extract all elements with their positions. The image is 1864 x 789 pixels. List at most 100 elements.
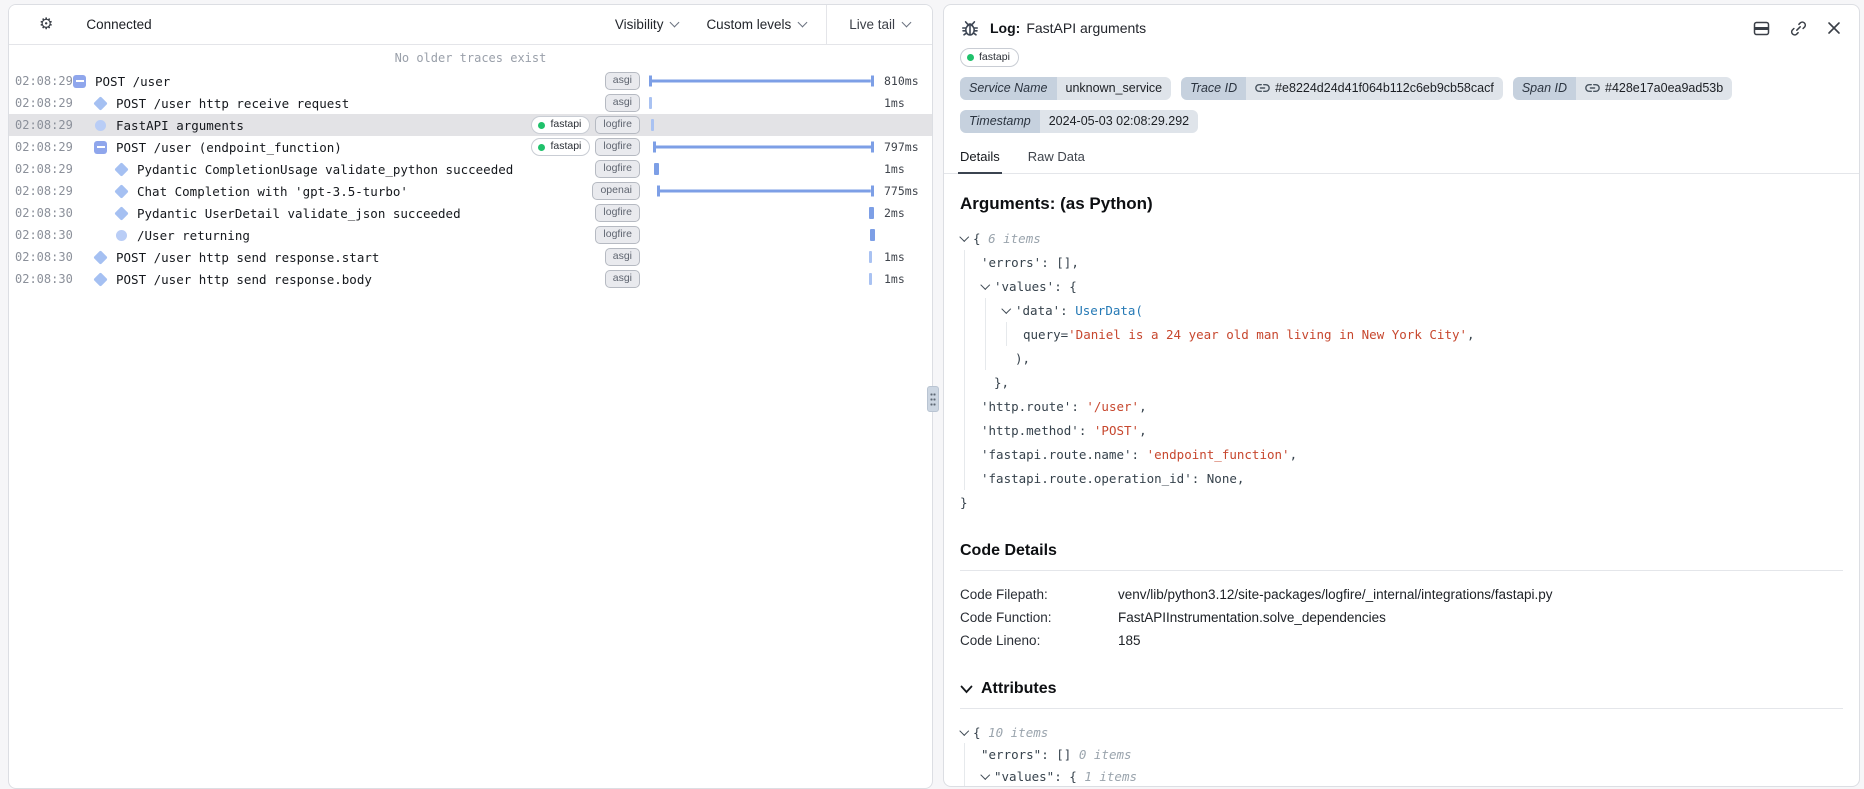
attributes-heading[interactable]: Attributes <box>960 680 1843 709</box>
scope-badge: openai <box>592 182 640 200</box>
duration-bar <box>869 207 874 219</box>
span-diamond-icon <box>93 272 107 286</box>
code-segment: 'fastapi.route.name' <box>981 447 1132 462</box>
trace-row-badges: openai <box>592 182 648 200</box>
trace-row-label: POST /user http send response.start <box>116 250 379 265</box>
trace-row[interactable]: 02:08:30POST /user http send response.st… <box>9 246 932 268</box>
service-pill-label: fastapi <box>979 51 1010 64</box>
tag-row: Timestamp2024-05-03 02:08:29.292 <box>960 110 1843 133</box>
expand-caret-icon[interactable] <box>960 226 973 250</box>
code-line: { 6 items <box>960 226 1843 250</box>
code-segment: 'Daniel is a 24 year old man living in N… <box>1068 327 1467 342</box>
code-segment: { <box>973 725 988 740</box>
trace-row[interactable]: 02:08:30POST /user http send response.bo… <box>9 268 932 290</box>
scope-badge: logfire <box>595 204 640 222</box>
code-segment: { <box>973 231 988 246</box>
duration-label: 797ms <box>876 140 932 154</box>
duration-label: 1ms <box>876 162 932 176</box>
tag-value: unknown_service <box>1057 77 1172 100</box>
trace-row-badges: asgi <box>605 248 648 266</box>
tab-raw-data[interactable]: Raw Data <box>1028 149 1085 173</box>
metadata-tag: Span ID #428e17a0ea9ad53b <box>1513 77 1732 100</box>
code-line: ), <box>960 346 1843 370</box>
code-segment: 1 items <box>1084 769 1137 784</box>
service-pill-label: fastapi <box>550 118 581 131</box>
tag-value: 2024-05-03 02:08:29.292 <box>1040 110 1198 133</box>
bug-icon <box>960 18 980 38</box>
tag-value[interactable]: #428e17a0ea9ad53b <box>1576 77 1732 100</box>
chevron-down-icon <box>798 18 808 28</box>
close-icon[interactable] <box>1827 21 1841 35</box>
expand-caret-icon[interactable] <box>1002 298 1015 322</box>
code-segment: 'data' <box>1015 303 1060 318</box>
trace-row[interactable]: 02:08:29Chat Completion with 'gpt-3.5-tu… <box>9 180 932 202</box>
duration-bar-zone <box>648 114 876 136</box>
duration-label: 1ms <box>876 272 932 286</box>
trace-row[interactable]: 02:08:29POST /userasgi810ms <box>9 70 932 92</box>
live-tail-dropdown[interactable]: Live tail <box>827 5 932 44</box>
settings-gear-icon[interactable]: ⚙ <box>39 17 53 33</box>
code-segment: 6 items <box>988 231 1041 246</box>
trace-row-label: POST /user http receive request <box>116 96 349 111</box>
tag-value-text: #428e17a0ea9ad53b <box>1605 80 1723 96</box>
code-line: "values": { 1 items <box>960 765 1843 787</box>
code-details-heading: Code Details <box>960 542 1843 571</box>
trace-row[interactable]: 02:08:29Pydantic CompletionUsage validat… <box>9 158 932 180</box>
copy-link-icon[interactable] <box>1790 20 1807 37</box>
code-line: 'values': { <box>960 274 1843 298</box>
trace-row-list: 02:08:29POST /userasgi810ms02:08:29POST … <box>9 70 932 290</box>
tag-value[interactable]: #e8224d24d41f064b112c6eb9cb58cacf <box>1246 77 1503 100</box>
split-panel-icon[interactable] <box>1753 21 1770 36</box>
custom-levels-dropdown[interactable]: Custom levels <box>706 17 806 32</box>
live-tail-label: Live tail <box>849 17 895 32</box>
expand-caret-icon[interactable] <box>981 765 994 787</box>
code-line: "errors": [] 0 items <box>960 743 1843 765</box>
code-segment: ), <box>1015 351 1030 366</box>
trace-panel: ⚙ Connected Visibility Custom levels Liv… <box>8 4 933 789</box>
tab-details[interactable]: Details <box>960 149 1000 173</box>
code-detail-row: Code Lineno:185 <box>960 629 1843 652</box>
indent-guide <box>960 322 981 346</box>
trace-row[interactable]: 02:08:29FastAPI argumentsfastapilogfire <box>9 114 932 136</box>
trace-row-badges: logfire <box>595 204 648 222</box>
collapse-toggle-icon[interactable] <box>94 141 107 154</box>
trace-row[interactable]: 02:08:29POST /user http receive requesta… <box>9 92 932 114</box>
duration-bar <box>649 97 652 109</box>
collapse-toggle-icon[interactable] <box>73 75 86 88</box>
code-detail-label: Code Function: <box>960 606 1118 629</box>
indent-guide <box>960 346 981 370</box>
code-segment: "values" <box>994 769 1054 784</box>
code-segment: : [] <box>1041 747 1079 762</box>
trace-row-label: POST /user <box>95 74 170 89</box>
code-segment: : [], <box>1041 255 1079 270</box>
trace-row[interactable]: 02:08:30Pydantic UserDetail validate_jso… <box>9 202 932 224</box>
trace-row[interactable]: 02:08:29POST /user (endpoint_function)fa… <box>9 136 932 158</box>
metadata-tag: Service Nameunknown_service <box>960 77 1171 100</box>
trace-row-label: Pydantic CompletionUsage validate_python… <box>137 162 513 177</box>
tag-value-text: unknown_service <box>1066 80 1163 96</box>
code-segment: : <box>1071 399 1086 414</box>
panel-resize-handle[interactable] <box>927 386 939 412</box>
scope-badge: logfire <box>595 116 640 134</box>
link-chain-icon <box>1585 82 1600 94</box>
duration-bar-zone <box>648 92 876 114</box>
code-segment: : <box>1132 447 1147 462</box>
trace-row-badges: logfire <box>595 226 648 244</box>
tag-label: Span ID <box>1513 77 1576 100</box>
collapse-chevron-icon <box>960 685 973 694</box>
trace-timestamp: 02:08:29 <box>15 184 73 198</box>
trace-row[interactable]: 02:08:30/User returninglogfire <box>9 224 932 246</box>
expand-caret-icon[interactable] <box>981 274 994 298</box>
duration-bar-zone <box>648 180 876 202</box>
duration-bar-zone <box>648 136 876 158</box>
tag-label: Trace ID <box>1181 77 1246 100</box>
visibility-dropdown[interactable]: Visibility <box>615 17 679 32</box>
code-segment: 'endpoint_function' <box>1147 447 1290 462</box>
code-detail-value: FastAPIInstrumentation.solve_dependencie… <box>1118 606 1386 629</box>
expand-caret-icon[interactable] <box>960 721 973 743</box>
duration-bar-zone <box>648 158 876 180</box>
code-segment: : <box>1079 423 1094 438</box>
visibility-label: Visibility <box>615 17 664 32</box>
code-segment: , <box>1290 447 1298 462</box>
code-segment: , <box>1139 423 1147 438</box>
